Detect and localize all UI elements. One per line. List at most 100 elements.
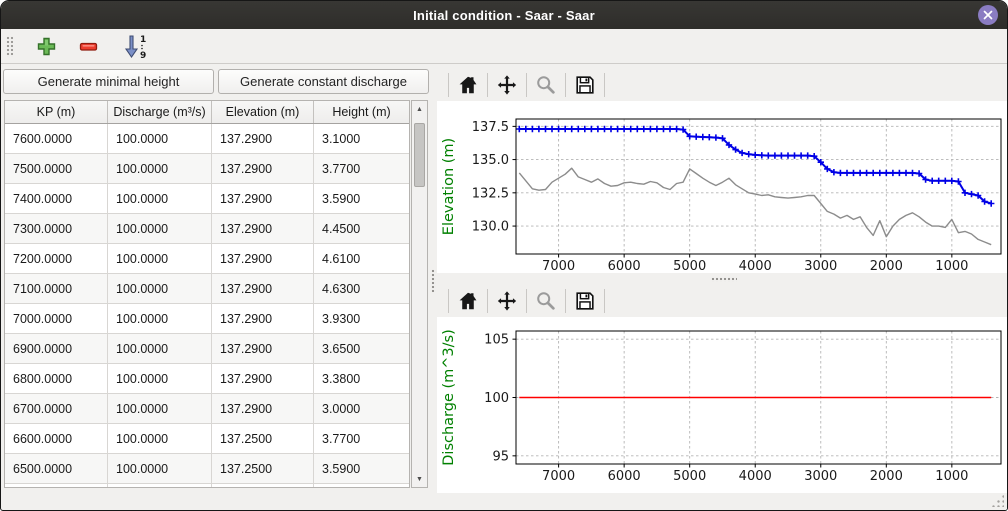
table-cell[interactable]: 100.0000 [108,274,212,304]
table-row[interactable]: 6800.0000100.0000137.29003.3800 [5,364,409,394]
table-cell[interactable]: 3.5900 [314,184,409,214]
table-row[interactable]: 6700.0000100.0000137.29003.0000 [5,394,409,424]
table-cell[interactable]: 7000.0000 [5,304,108,334]
table-row[interactable]: 7200.0000100.0000137.29004.6100 [5,244,409,274]
table-cell[interactable]: 3.7700 [314,154,409,184]
splitter-handle-dots [711,277,737,282]
table-cell[interactable]: 3.1000 [314,124,409,154]
save-button[interactable] [573,289,597,313]
home-button[interactable] [456,289,480,313]
table-cell[interactable]: 100.0000 [108,424,212,454]
zoom-button[interactable] [534,73,558,97]
zoom-button[interactable] [534,289,558,313]
scrollbar-thumb[interactable] [414,123,425,187]
toolbar-drag-handle[interactable] [6,36,13,57]
table-cell[interactable]: 100.0000 [108,364,212,394]
table-cell[interactable]: 137.2900 [212,244,314,274]
table-row[interactable]: 6500.0000100.0000137.25003.5900 [5,454,409,484]
table-scrollbar[interactable]: ▲ ▼ [411,100,428,488]
table-cell[interactable]: 6500.0000 [5,454,108,484]
table-cell[interactable]: 100.0000 [108,214,212,244]
table-cell[interactable] [108,484,212,488]
table-row[interactable]: 7500.0000100.0000137.29003.7700 [5,154,409,184]
table-cell[interactable]: 4.6300 [314,274,409,304]
table-cell[interactable]: 137.2900 [212,394,314,424]
table-cell[interactable]: 137.2900 [212,274,314,304]
table-row[interactable]: 6900.0000100.0000137.29003.6500 [5,334,409,364]
toolbar-separator [448,73,449,97]
table-cell[interactable]: 3.3800 [314,364,409,394]
table-cell[interactable]: 137.2900 [212,124,314,154]
column-header-discharge[interactable]: Discharge (m³/s) [108,101,212,123]
elevation-chart-toolbar [441,69,612,101]
table-cell[interactable]: 6700.0000 [5,394,108,424]
home-button[interactable] [456,73,480,97]
table-cell[interactable]: 4.6100 [314,244,409,274]
table-cell[interactable]: 137.2900 [212,304,314,334]
table-cell[interactable]: 6800.0000 [5,364,108,394]
table-cell[interactable] [212,484,314,488]
table-row[interactable] [5,484,409,488]
generate-constant-discharge-button[interactable]: Generate constant discharge [218,69,429,94]
table-cell[interactable]: 100.0000 [108,304,212,334]
table-row[interactable]: 7300.0000100.0000137.29004.4500 [5,214,409,244]
scrollbar-down-arrow[interactable]: ▼ [412,471,427,487]
table-cell[interactable]: 100.0000 [108,124,212,154]
panel-splitter[interactable] [430,64,437,496]
table-cell[interactable]: 7300.0000 [5,214,108,244]
table-cell[interactable]: 7100.0000 [5,274,108,304]
scrollbar-up-arrow[interactable]: ▲ [412,101,427,117]
column-header-height[interactable]: Height (m) [314,101,409,123]
table-row[interactable]: 7100.0000100.0000137.29004.6300 [5,274,409,304]
chart-splitter[interactable] [437,273,1007,285]
table-cell[interactable] [314,484,409,488]
table-cell[interactable]: 4.4500 [314,214,409,244]
toolbar-separator [487,289,488,313]
table-cell[interactable]: 3.0000 [314,394,409,424]
table-cell[interactable]: 100.0000 [108,394,212,424]
save-button[interactable] [573,73,597,97]
svg-text:9: 9 [140,51,146,59]
remove-row-button[interactable] [73,32,103,61]
generate-minimal-height-button[interactable]: Generate minimal height [3,69,214,94]
table-cell[interactable]: 7400.0000 [5,184,108,214]
table-cell[interactable]: 100.0000 [108,454,212,484]
table-cell[interactable]: 137.2900 [212,334,314,364]
table-cell[interactable]: 7500.0000 [5,154,108,184]
close-button[interactable] [978,5,998,25]
add-row-button[interactable] [31,32,61,61]
table-cell[interactable]: 100.0000 [108,244,212,274]
table-cell[interactable]: 100.0000 [108,184,212,214]
table-cell[interactable]: 100.0000 [108,154,212,184]
table-cell[interactable]: 137.2500 [212,424,314,454]
table-row[interactable]: 6600.0000100.0000137.25003.7700 [5,424,409,454]
table-cell[interactable]: 7600.0000 [5,124,108,154]
pan-button[interactable] [495,73,519,97]
table-cell[interactable]: 6600.0000 [5,424,108,454]
sort-numeric-icon: 1 9 [123,34,153,59]
table-cell[interactable]: 3.6500 [314,334,409,364]
titlebar[interactable]: Initial condition - Saar - Saar [1,1,1007,29]
table-cell[interactable]: 3.7700 [314,424,409,454]
sort-rows-button[interactable]: 1 9 [123,32,153,61]
table-cell[interactable]: 137.2900 [212,184,314,214]
pan-button[interactable] [495,289,519,313]
table-cell[interactable]: 137.2900 [212,154,314,184]
table-cell[interactable]: 100.0000 [108,334,212,364]
table-cell[interactable]: 137.2500 [212,454,314,484]
table-row[interactable]: 7400.0000100.0000137.29003.5900 [5,184,409,214]
table-cell[interactable]: 3.9300 [314,304,409,334]
discharge-chart[interactable]: 700060005000400030002000100010510095Disc… [437,317,1007,493]
column-header-elevation[interactable]: Elevation (m) [212,101,314,123]
table-cell[interactable]: 3.5900 [314,454,409,484]
table-row[interactable]: 7600.0000100.0000137.29003.1000 [5,124,409,154]
table-cell[interactable]: 137.2900 [212,214,314,244]
table-row[interactable]: 7000.0000100.0000137.29003.9300 [5,304,409,334]
table-cell[interactable]: 7200.0000 [5,244,108,274]
svg-text:100: 100 [484,391,509,406]
column-header-kp[interactable]: KP (m) [5,101,108,123]
table-cell[interactable]: 6900.0000 [5,334,108,364]
table-cell[interactable]: 137.2900 [212,364,314,394]
table-cell[interactable] [5,484,108,488]
elevation-chart[interactable]: 7000600050004000300020001000137.5135.013… [437,101,1007,273]
